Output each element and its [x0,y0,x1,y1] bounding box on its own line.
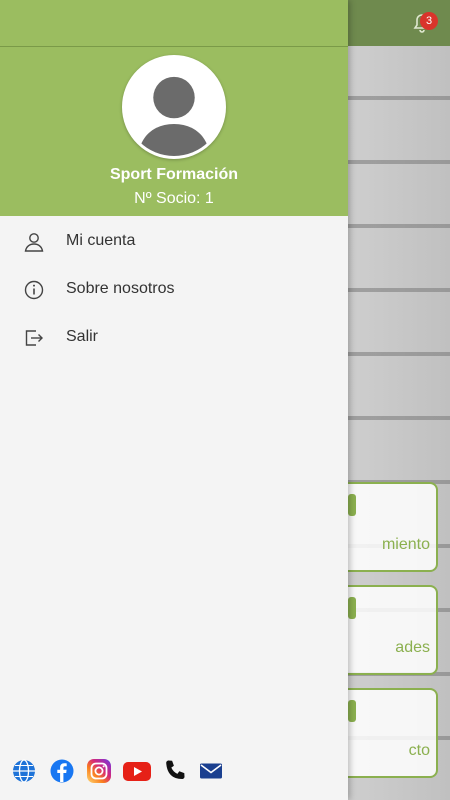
mail-icon[interactable] [198,758,224,784]
notification-badge: 3 [420,12,438,30]
card-icon [348,494,356,516]
user-icon [24,233,44,252]
drawer-header: Sport Formación Nº Socio: 1 [0,0,348,216]
facebook-icon[interactable] [49,758,75,784]
navigation-drawer: Sport Formación Nº Socio: 1 Mi cuenta So… [0,0,348,800]
phone-icon[interactable] [162,758,188,784]
menu-item-about-us[interactable]: Sobre nosotros [0,266,348,314]
youtube-icon[interactable] [122,758,152,784]
instagram-icon[interactable] [86,758,112,784]
menu-item-my-account[interactable]: Mi cuenta [0,218,348,266]
member-number: Nº Socio: 1 [134,190,214,207]
header-divider [0,46,348,47]
globe-icon[interactable] [11,758,37,784]
info-icon [24,280,44,300]
social-links-bar [0,758,348,788]
card-icon [348,597,356,619]
menu-item-label: Mi cuenta [66,232,136,249]
menu-item-label: Salir [66,328,99,345]
card-icon [348,700,356,722]
avatar[interactable] [122,55,226,159]
drawer-menu: Mi cuenta Sobre nosotros Salir [0,218,348,362]
menu-item-logout[interactable]: Salir [0,314,348,362]
profile-name: Sport Formación [109,166,238,183]
menu-item-label: Sobre nosotros [66,280,175,297]
logout-icon [25,330,43,346]
default-avatar-icon [125,58,223,156]
